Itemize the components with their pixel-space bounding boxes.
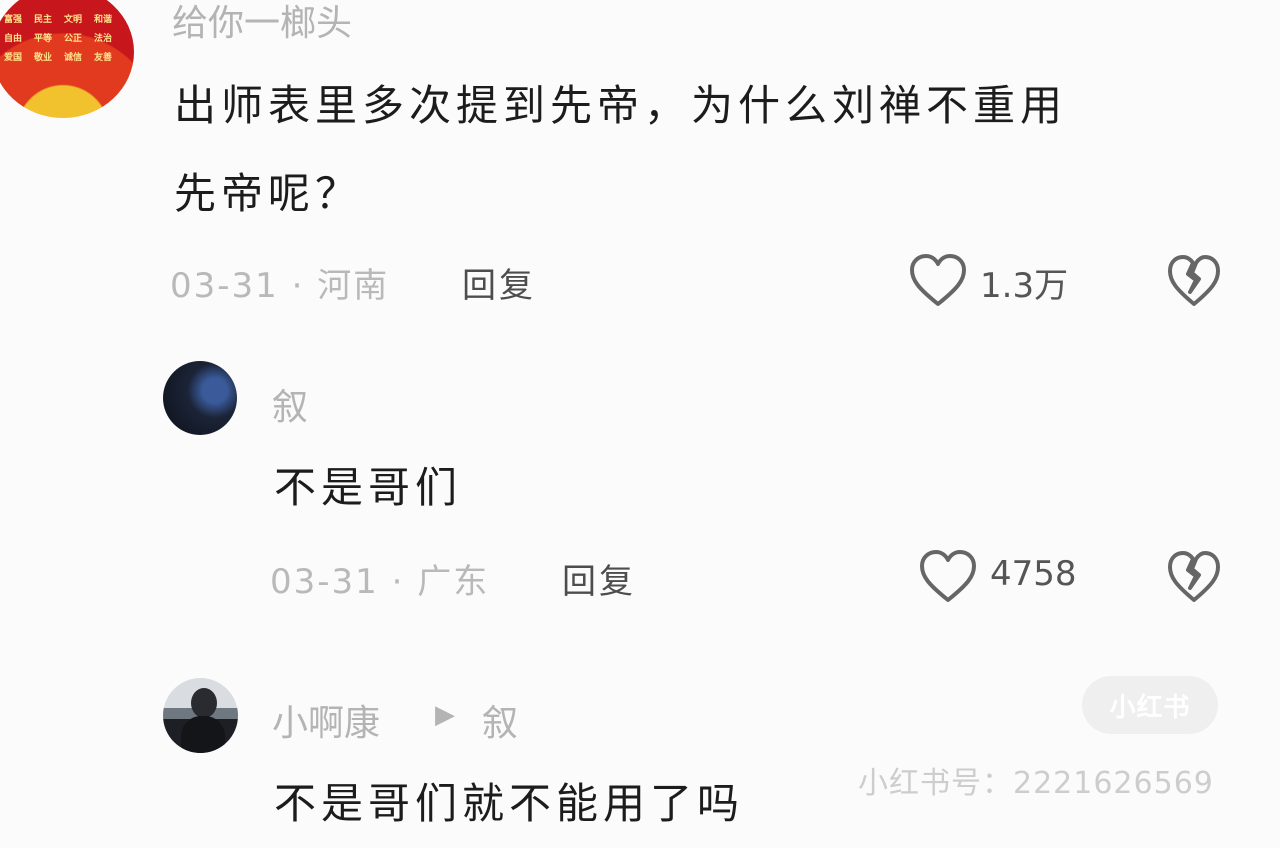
avatar-text: 敬业	[34, 53, 53, 63]
comment-meta: 03-31 · 河南	[170, 266, 390, 306]
avatar-text: 自由	[4, 34, 23, 44]
broken-heart-icon	[1168, 551, 1220, 602]
reply-button[interactable]: 回复	[462, 258, 536, 307]
avatar[interactable]	[163, 361, 237, 435]
comment-meta: 03-31 · 广东	[270, 562, 490, 602]
reply-button[interactable]: 回复	[562, 554, 636, 603]
avatar-text: 爱国	[4, 53, 23, 63]
play-arrow-icon: ▶	[435, 700, 455, 730]
watermark-logo: 小红书	[1082, 676, 1218, 734]
avatar-text: 民主	[34, 15, 53, 25]
avatar-text: 和谐	[94, 15, 113, 25]
comment-text-line: 出师表里多次提到先帝，为什么刘禅不重用	[174, 81, 1068, 130]
like-button[interactable]	[918, 548, 978, 608]
username[interactable]: 小啊康	[272, 694, 380, 746]
avatar-text: 友善	[94, 53, 113, 63]
avatar-figure-body	[181, 716, 225, 753]
avatar-text-grid: 富强 民主 文明 和谐 自由 平等 公正 法治 爱国 敬业 诚信 友善	[4, 14, 124, 64]
avatar-text: 法治	[94, 34, 113, 44]
broken-heart-icon	[1168, 255, 1220, 306]
avatar[interactable]: 富强 民主 文明 和谐 自由 平等 公正 法治 爱国 敬业 诚信 友善	[0, 0, 134, 118]
dislike-button[interactable]	[1166, 252, 1222, 312]
dislike-button[interactable]	[1166, 548, 1222, 608]
comment-text-line: 先帝呢？	[174, 169, 363, 218]
like-button[interactable]	[908, 252, 968, 312]
reply-to-username[interactable]: 叙	[482, 694, 518, 746]
avatar-text: 平等	[34, 34, 53, 44]
comment-text-line: 不是哥们	[274, 463, 463, 512]
avatar[interactable]	[163, 678, 238, 753]
avatar-figure-head	[191, 688, 217, 718]
watermark-id: 小红书号：2221626569	[858, 766, 1214, 801]
comment-text-line: 不是哥们就不能用了吗	[274, 779, 745, 828]
like-count: 4758	[990, 554, 1077, 594]
avatar-text: 诚信	[64, 53, 83, 63]
avatar-text: 富强	[4, 15, 23, 25]
username[interactable]: 给你一榔头	[172, 0, 352, 46]
avatar-text: 文明	[64, 15, 83, 25]
like-count: 1.3万	[980, 266, 1069, 306]
avatar-text: 公正	[64, 34, 83, 44]
heart-outline-icon	[910, 254, 966, 306]
heart-outline-icon	[920, 550, 976, 602]
username[interactable]: 叙	[272, 378, 308, 430]
